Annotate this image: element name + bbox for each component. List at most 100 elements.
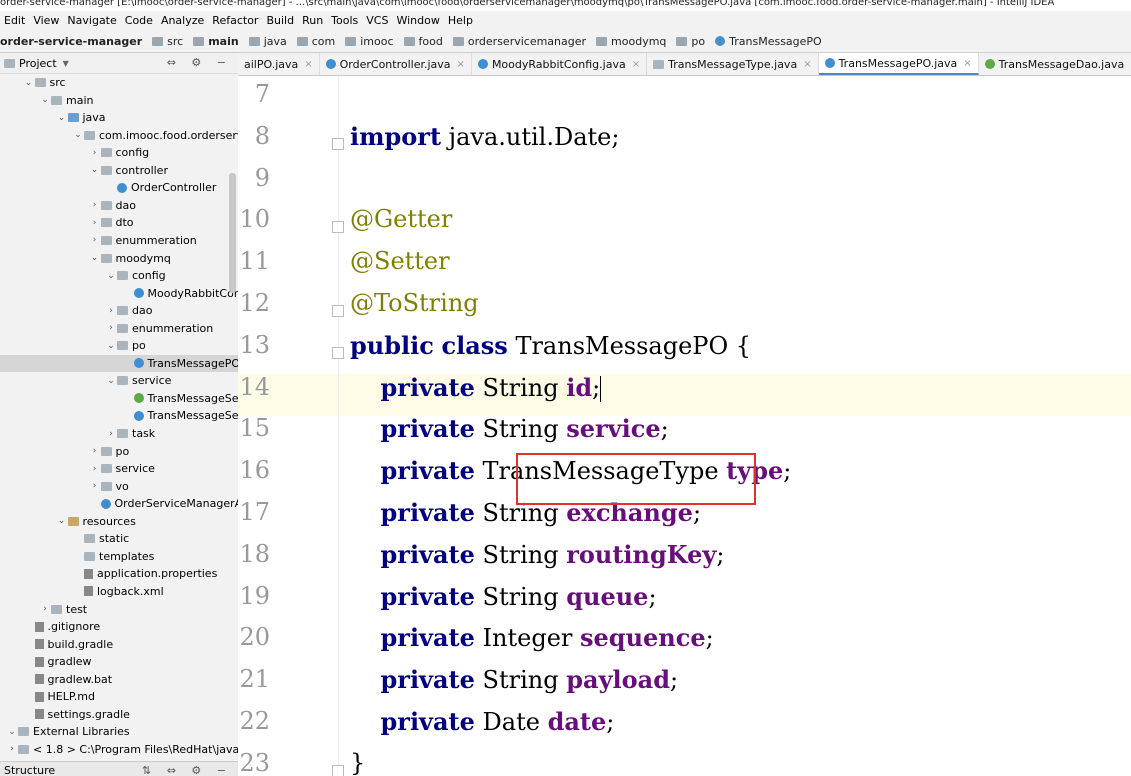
tree-item-help-md[interactable]: HELP.md	[0, 688, 238, 705]
tree-item-service[interactable]: ⌄ service	[0, 372, 238, 389]
tab-ordercontroller-java[interactable]: OrderController.java ×	[320, 53, 472, 75]
tree-item-enummeration[interactable]: › enummeration	[0, 232, 238, 249]
chevron-down-icon[interactable]: ⌄	[89, 165, 101, 175]
chevron-right-icon[interactable]: ›	[39, 604, 51, 614]
chevron-right-icon[interactable]: ›	[89, 481, 101, 491]
menu-item-navigate[interactable]: Navigate	[63, 14, 120, 27]
menu-item-view[interactable]: View	[29, 14, 63, 27]
tree-item-resources[interactable]: ⌄ resources	[0, 513, 238, 530]
chevron-down-icon[interactable]: ▼	[63, 59, 69, 68]
tree-item-templates[interactable]: templates	[0, 548, 238, 565]
code-line[interactable]: }	[350, 749, 365, 776]
tree-item-dao[interactable]: › dao	[0, 197, 238, 214]
project-panel-title[interactable]: Project	[19, 57, 57, 70]
tree-item-gradlew-bat[interactable]: gradlew.bat	[0, 671, 238, 688]
tree-item-settings-gradle[interactable]: settings.gradle	[0, 706, 238, 723]
chevron-down-icon[interactable]: ⌄	[89, 253, 101, 263]
tree-item-vo[interactable]: › vo	[0, 478, 238, 495]
structure-tools-icon[interactable]: ⇅ ⇔ ⚙ −	[142, 764, 232, 776]
menu-item-code[interactable]: Code	[121, 14, 157, 27]
chevron-right-icon[interactable]: ›	[89, 446, 101, 456]
tree-item-moodyrabbitconfig[interactable]: MoodyRabbitConfig	[0, 285, 238, 302]
menu-item-build[interactable]: Build	[262, 14, 298, 27]
tab-moodyrabbitconfig-java[interactable]: MoodyRabbitConfig.java ×	[472, 53, 648, 75]
code-line[interactable]: @ToString	[350, 289, 479, 317]
tree-item-dao[interactable]: › dao	[0, 302, 238, 319]
code-line[interactable]: private String queue;	[350, 582, 657, 611]
breadcrumb-item-order-service-manager[interactable]: order-service-manager	[0, 35, 146, 48]
code-line[interactable]: @Getter	[350, 205, 452, 233]
breadcrumb-item-orderservicemanager[interactable]: orderservicemanager	[447, 35, 590, 48]
tree-item-moodymq[interactable]: ⌄ moodymq	[0, 250, 238, 267]
tree-item-enummeration[interactable]: › enummeration	[0, 320, 238, 337]
tree-item-com-imooc-food-orderservicemanager[interactable]: ⌄ com.imooc.food.orderservicemanager	[0, 127, 238, 144]
breadcrumb-item-main[interactable]: main	[187, 35, 243, 48]
tree-item-controller[interactable]: ⌄ controller	[0, 162, 238, 179]
code-line[interactable]: public class TransMessagePO {	[350, 331, 751, 360]
close-icon[interactable]: ×	[963, 58, 971, 69]
chevron-down-icon[interactable]: ⌄	[23, 78, 35, 88]
chevron-right-icon[interactable]: ›	[89, 464, 101, 474]
chevron-down-icon[interactable]: ⌄	[105, 341, 117, 351]
menu-item-run[interactable]: Run	[298, 14, 327, 27]
breadcrumb-item-transmessagepo[interactable]: TransMessagePO	[709, 35, 822, 48]
breadcrumb-item-src[interactable]: src	[146, 35, 187, 48]
tree-item-static[interactable]: static	[0, 530, 238, 547]
tab-transmessagedao-java[interactable]: TransMessageDao.java×	[979, 53, 1131, 75]
code-line[interactable]: private Integer sequence;	[350, 623, 714, 652]
chevron-right-icon[interactable]: ›	[89, 235, 101, 245]
code-line[interactable]: import java.util.Date;	[350, 122, 619, 151]
tree-item-config[interactable]: ⌄ config	[0, 267, 238, 284]
chevron-down-icon[interactable]: ⌄	[105, 376, 117, 386]
code-line[interactable]: private String id;	[350, 373, 602, 403]
code-line[interactable]: private String routingKey;	[350, 540, 725, 569]
chevron-down-icon[interactable]: ⌄	[56, 516, 68, 526]
tab-ailpo-java[interactable]: ailPO.java ×	[238, 53, 320, 75]
tab-transmessagetype-java[interactable]: TransMessageType.java ×	[647, 53, 819, 75]
close-icon[interactable]: ×	[304, 59, 312, 70]
tree-item-po[interactable]: › po	[0, 443, 238, 460]
sidebar-scrollbar[interactable]	[229, 173, 236, 293]
code-editor[interactable]: 7 8 import java.util.Date; 9 10 @Getter 11 @Set…	[238, 76, 1131, 776]
tree-item-test[interactable]: › test	[0, 601, 238, 618]
tree-item-src[interactable]: ⌄ src	[0, 74, 238, 91]
breadcrumb-item-food[interactable]: food	[398, 35, 447, 48]
fold-marker-icon[interactable]	[332, 221, 344, 234]
tree-item-application-properties[interactable]: application.properties	[0, 565, 238, 582]
tree-item-task[interactable]: › task	[0, 425, 238, 442]
tree-item-config[interactable]: › config	[0, 144, 238, 161]
fold-marker-icon[interactable]	[332, 137, 344, 150]
chevron-right-icon[interactable]: ›	[89, 218, 101, 228]
tree-item-logback-xml[interactable]: logback.xml	[0, 583, 238, 600]
close-icon[interactable]: ×	[457, 59, 465, 70]
breadcrumb-item-imooc[interactable]: imooc	[339, 35, 397, 48]
tree-item-gradlew[interactable]: gradlew	[0, 653, 238, 670]
chevron-right-icon[interactable]: ›	[105, 306, 117, 316]
tab-transmessagepo-java[interactable]: TransMessagePO.java ×	[818, 53, 979, 75]
chevron-down-icon[interactable]: ⌄	[105, 271, 117, 281]
tree-item-dto[interactable]: › dto	[0, 214, 238, 231]
menu-item-edit[interactable]: Edit	[0, 14, 29, 27]
code-line[interactable]: @Setter	[350, 247, 450, 275]
breadcrumb-item-com[interactable]: com	[291, 35, 340, 48]
tree-item-transmessageserviceimpl[interactable]: TransMessageServiceImpl	[0, 407, 238, 424]
tree-item-transmessageservice[interactable]: TransMessageService	[0, 390, 238, 407]
breadcrumb-item-moodymq[interactable]: moodymq	[590, 35, 670, 48]
chevron-right-icon[interactable]: ›	[89, 148, 101, 158]
fold-marker-icon[interactable]	[332, 764, 344, 776]
tree-item-java[interactable]: ⌄ java	[0, 109, 238, 126]
chevron-down-icon[interactable]: ⌄	[56, 113, 68, 123]
chevron-right-icon[interactable]: ›	[6, 744, 18, 754]
menu-item-tools[interactable]: Tools	[327, 14, 362, 27]
code-line[interactable]: private String payload;	[350, 665, 679, 694]
tree-item-gitignore[interactable]: .gitignore	[0, 618, 238, 635]
fold-marker-icon[interactable]	[332, 305, 344, 317]
tree-item-1-8-c-program-files-redhat-java-1-8[interactable]: › < 1.8 > C:\Program Files\RedHat\java-1.…	[0, 741, 238, 758]
tree-item-transmessagepo[interactable]: TransMessagePO	[0, 354, 238, 372]
tree-item-orderservicemanagerapplication[interactable]: OrderServiceManagerApplication	[0, 495, 238, 512]
tree-item-ordercontroller[interactable]: OrderController	[0, 179, 238, 196]
menu-item-help[interactable]: Help	[444, 14, 477, 27]
menu-item-vcs[interactable]: VCS	[362, 14, 392, 27]
close-icon[interactable]: ×	[632, 59, 640, 70]
tree-item-external-libraries[interactable]: ⌄ External Libraries	[0, 723, 238, 740]
